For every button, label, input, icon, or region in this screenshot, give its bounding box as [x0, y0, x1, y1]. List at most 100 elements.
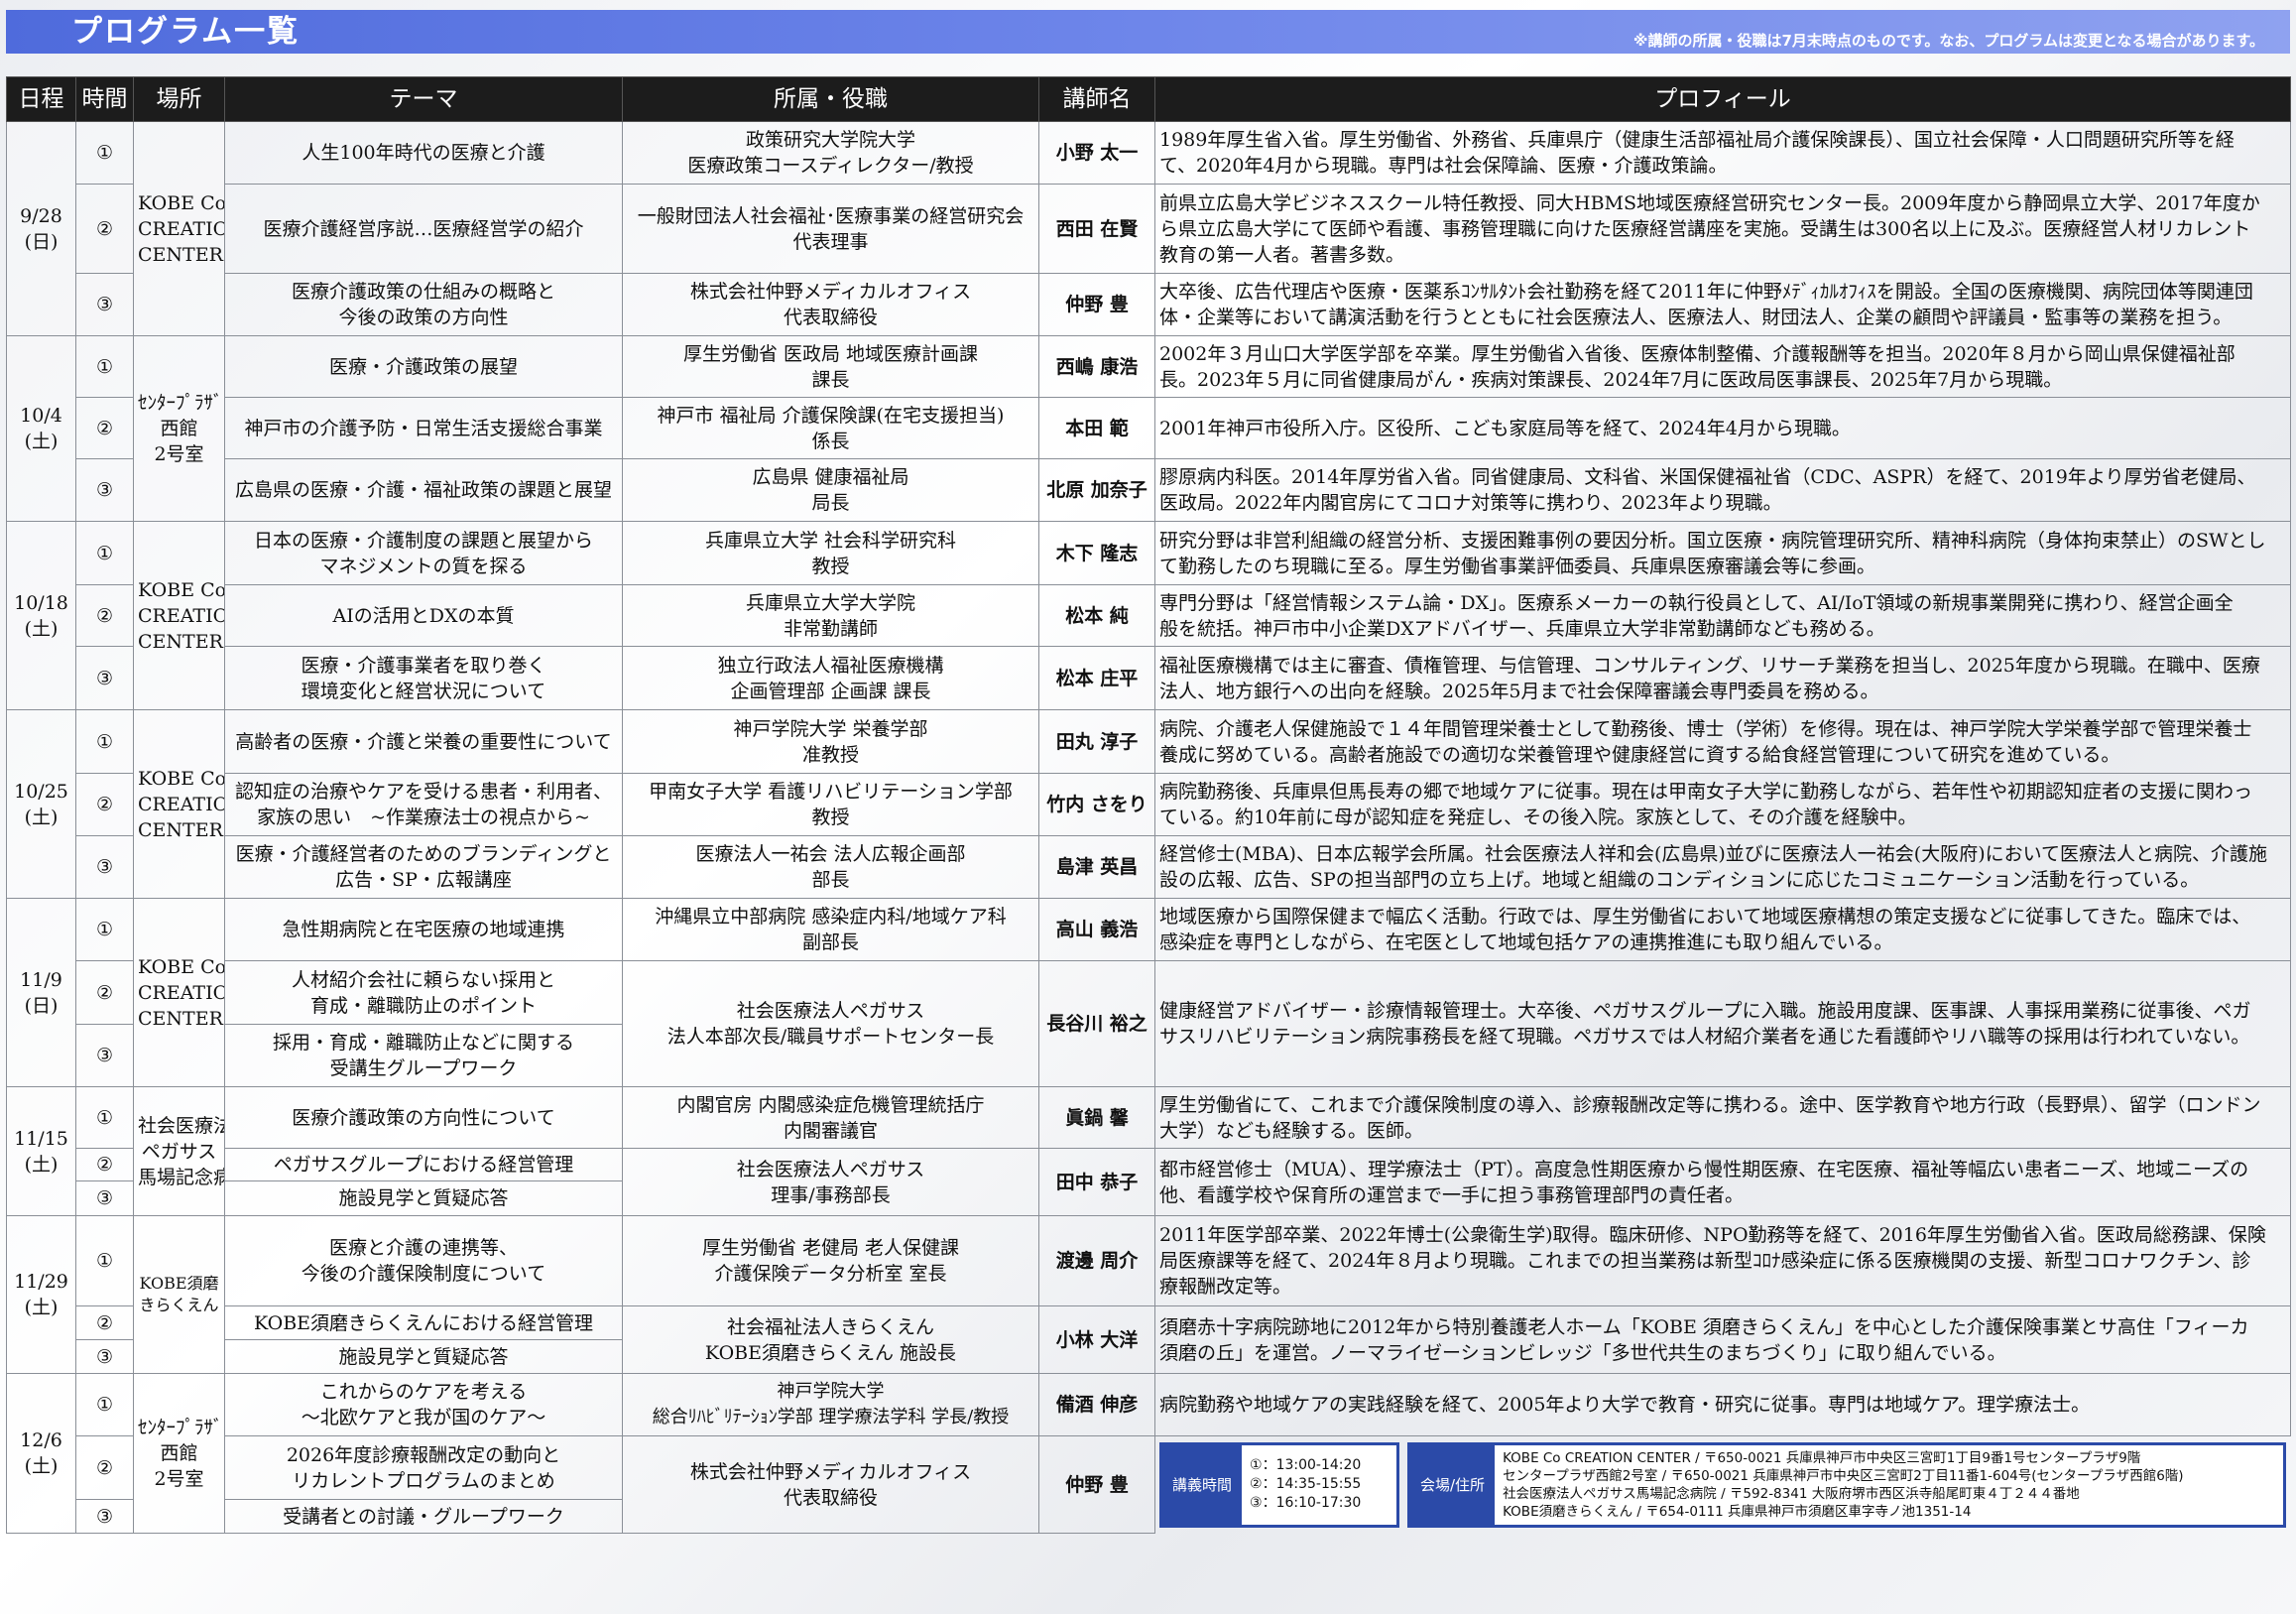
- lecturer-name: 松本 純: [1038, 584, 1155, 647]
- profile-cell: 健康経営アドバイザー・診療情報管理士。大卒後、ペガサスグループに入職。施設用度課…: [1154, 960, 2291, 1087]
- lecturer-name: 小野 太一: [1038, 121, 1155, 185]
- affiliation-cell: 内閣官房 内閣感染症危機管理統括庁 内閣審議官: [622, 1086, 1039, 1149]
- title-banner: プログラム一覧 ※講師の所属・役職は7月末時点のものです。なお、プログラムは変更…: [6, 10, 2290, 54]
- theme-cell: 高齢者の医療・介護と栄養の重要性について: [224, 709, 623, 774]
- session-place: ｾﾝﾀｰﾌﾟﾗｻﾞ 西館 2号室: [133, 1373, 225, 1534]
- affiliation-cell: 沖縄県立中部病院 感染症内科/地域ケア科 副部長: [622, 898, 1039, 961]
- table-row: 11/15(土) ① 社会医療法人ペガサス馬場記念病院 医療介護政策の方向性につ…: [6, 1086, 2291, 1216]
- affiliation-cell: 兵庫県立大学大学院 非常勤講師: [622, 584, 1039, 647]
- table-row: 10/25(土) ① KOBE CoCREATIONCENTER 高齢者の医療・…: [6, 709, 2291, 899]
- affiliation-cell: 社会医療法人ペガサス 理事/事務部長: [622, 1148, 1039, 1216]
- lecturer-name: 小林 大洋: [1038, 1305, 1155, 1374]
- session-date: 11/29 (土): [6, 1215, 76, 1374]
- session-place: KOBE CoCREATIONCENTER: [133, 521, 225, 710]
- info-wrap: 講義時間 ①：13:00-14:20 ②：14:35-15:55 ③：16:10…: [1159, 1441, 2286, 1528]
- profile-cell: 都市経営修士（MUA）、理学療法士（PT）。高度急性期医療から慢性期医療、在宅医…: [1154, 1148, 2291, 1216]
- slot-number: ①: [75, 1086, 134, 1149]
- table-body: 9/28(日) ① KOBE CoCREATIONCENTER 人生100年時代…: [6, 121, 2291, 1534]
- profile-cell: 福祉医療機構では主に審査、債権管理、与信管理、コンサルティング、リサーチ業務を担…: [1154, 646, 2291, 710]
- profile-cell: 2002年３月山口大学医学部を卒業。厚生労働省入省後、医療体制整備、介護報酬等を…: [1154, 335, 2291, 398]
- lecturer-name: 西嶋 康浩: [1038, 335, 1155, 398]
- slot-number: ③: [75, 646, 134, 710]
- profile-cell: 2001年神戸市役所入庁。区役所、こども家庭局等を経て、2024年4月から現職。: [1154, 397, 2291, 459]
- lecture-times-box: 講義時間 ①：13:00-14:20 ②：14:35-15:55 ③：16:10…: [1159, 1441, 1399, 1528]
- session-date: 10/4 (土): [6, 335, 76, 522]
- slot-number: ①: [75, 121, 134, 185]
- lecture-times-list: ①：13:00-14:20 ②：14:35-15:55 ③：16:10-17:3…: [1250, 1457, 1362, 1511]
- theme-cell: これからのケアを考える ～北欧ケアと我が国のケア～: [224, 1373, 623, 1436]
- lecturer-name: 松本 庄平: [1038, 646, 1155, 710]
- slot-number: ②: [75, 960, 134, 1025]
- lecturer-name: 仲野 豊: [1038, 1435, 1155, 1534]
- header-place: 場所: [133, 76, 225, 122]
- affiliation-cell: 神戸学院大学 栄養学部 准教授: [622, 709, 1039, 774]
- profile-cell: 経営修士(MBA)、日本広報学会所属。社会医療法人祥和会(広島県)並びに医療法人…: [1154, 835, 2291, 899]
- lecturer-name: 竹内 さをり: [1038, 773, 1155, 836]
- theme-cell: 医療介護政策の方向性について: [224, 1086, 623, 1149]
- theme-cell: 施設見学と質疑応答: [224, 1339, 623, 1374]
- theme-cell: 認知症の治療やケアを受ける患者・利用者、 家族の思い ~作業療法士の視点から~: [224, 773, 623, 836]
- affiliation-cell: 甲南女子大学 看護リハビリテーション学部 教授: [622, 773, 1039, 836]
- lecturer-name: 渡邊 周介: [1038, 1215, 1155, 1306]
- slot-number: ③: [75, 1499, 134, 1534]
- theme-cell: 採用・育成・離職防止などに関する 受講生グループワーク: [224, 1024, 623, 1087]
- session-date: 10/18 (土): [6, 521, 76, 710]
- table-row: ② 2026年度診療報酬改定の動向と リカレントプログラムのまとめ 株式会社仲野メ…: [7, 1435, 2291, 1534]
- lecturer-name: 備酒 伸彦: [1038, 1373, 1155, 1436]
- lecturer-name: 木下 隆志: [1038, 521, 1155, 585]
- session-date: 10/25 (土): [6, 709, 76, 899]
- profile-cell: 病院勤務や地域ケアの実践経験を経て、2005年より大学で教育・研究に従事。専門は…: [1154, 1373, 2291, 1436]
- profile-cell: 厚生労働省にて、これまで介護保険制度の導入、診療報酬改定等に携わる。途中、医学教…: [1154, 1086, 2291, 1149]
- session-place: ｾﾝﾀｰﾌﾟﾗｻﾞ 西館 2号室: [133, 335, 225, 522]
- table-row: 12/6 (土) ① ｾﾝﾀｰﾌﾟﾗｻﾞ 西館 2号室 これからのケアを考える ～北欧ケ…: [6, 1373, 2291, 1534]
- session-place: KOBE CoCREATIONCENTER: [133, 709, 225, 899]
- theme-cell: 人生100年時代の医療と介護: [224, 121, 623, 185]
- slot-number: ②: [75, 584, 134, 647]
- table-row: 10/18(土) ① KOBE CoCREATIONCENTER 日本の医療・介…: [6, 521, 2291, 710]
- profile-cell: 研究分野は非営利組織の経営分析、支援困難事例の要因分析。国立医療・病院管理研究所…: [1154, 521, 2291, 585]
- affiliation-cell: 社会福祉法人きらくえん KOBE須磨きらくえん 施設長: [622, 1305, 1039, 1374]
- lecturer-name: 眞鍋 馨: [1038, 1086, 1155, 1149]
- slot-number: ③: [75, 458, 134, 522]
- theme-cell: 広島県の医療・介護・福祉政策の課題と展望: [224, 458, 623, 522]
- profile-cell: 膠原病内科医。2014年厚労省入省。同省健康局、文科省、米国保健福祉省（CDC、…: [1154, 458, 2291, 522]
- lecturer-name: 島津 英昌: [1038, 835, 1155, 899]
- lecturer-name: 長谷川 裕之: [1038, 960, 1155, 1087]
- profile-cell: 病院、介護老人保健施設で１４年間管理栄養士として勤務後、博士（学術）を修得。現在…: [1154, 709, 2291, 774]
- session-date: 11/9 (日): [6, 898, 76, 1087]
- venue-box: 会場/住所 KOBE Co CREATION CENTER / 〒650-002…: [1407, 1441, 2286, 1528]
- banner-note: ※講師の所属・役職は7月末時点のものです。なお、プログラムは変更となる場合があり…: [1632, 32, 2264, 50]
- slot-number: ②: [75, 1148, 134, 1181]
- lecturer-name: 本田 範: [1038, 397, 1155, 459]
- session-place: KOBE CoCREATIONCENTER: [133, 121, 225, 336]
- slot-number: ③: [75, 1024, 134, 1087]
- table-row: ② ペガサスグループにおける経営管理 社会医療法人ペガサス 理事/事務部長 田中 …: [7, 1148, 2291, 1216]
- table-row: ② 認知症の治療やケアを受ける患者・利用者、 家族の思い ~作業療法士の視点から~…: [7, 773, 2291, 836]
- slot-number: ③: [75, 1339, 134, 1374]
- slot-number: ①: [75, 709, 134, 774]
- header-lecturer: 講師名: [1038, 76, 1155, 122]
- profile-cell: 大卒後、広告代理店や医療・医薬系ｺﾝｻﾙﾀﾝﾄ会社勤務を経て2011年に仲野ﾒﾃ…: [1154, 273, 2291, 336]
- affiliation-cell: 独立行政法人福祉医療機構 企画管理部 企画課 課長: [622, 646, 1039, 710]
- table-row: 10/4 (土) ① ｾﾝﾀｰﾌﾟﾗｻﾞ 西館 2号室 医療・介護政策の展望 厚生労働…: [6, 335, 2291, 522]
- table-row: ③ 医療介護政策の仕組みの概略と 今後の政策の方向性 株式会社仲野メディカルオフィ…: [7, 273, 2291, 336]
- theme-cell: 2026年度診療報酬改定の動向と リカレントプログラムのまとめ: [224, 1435, 623, 1500]
- session-date: 12/6 (土): [6, 1373, 76, 1534]
- affiliation-cell: 兵庫県立大学 社会科学研究科 教授: [622, 521, 1039, 585]
- affiliation-cell: 広島県 健康福祉局 局長: [622, 458, 1039, 522]
- theme-cell: KOBE須磨きらくえんにおける経営管理: [224, 1305, 623, 1340]
- theme-cell: ペガサスグループにおける経営管理: [224, 1148, 623, 1181]
- slot-number: ②: [75, 397, 134, 459]
- session-place: KOBE須磨 きらくえん: [133, 1215, 225, 1374]
- profile-cell: 専門分野は「経営情報システム論・DX」。医療系メーカーの執行役員として、AI/I…: [1154, 584, 2291, 647]
- slot-number: ③: [75, 835, 134, 899]
- header-affiliation: 所属・役職: [622, 76, 1039, 122]
- slot-number: ①: [75, 521, 134, 585]
- table-row: ② 人材紹介会社に頼らない採用と 育成・離職防止のポイント 社会医療法人ペガサス法…: [7, 960, 2291, 1087]
- theme-cell: 人材紹介会社に頼らない採用と 育成・離職防止のポイント: [224, 960, 623, 1025]
- page-title: プログラム一覧: [71, 14, 301, 50]
- table-row: ② 神戸市の介護予防・日常生活支援総合事業 神戸市 福祉局 介護保険課(在宅支援…: [7, 397, 2291, 459]
- affiliation-cell: 一般財団法人社会福祉･医療事業の経営研究会 代表理事: [622, 184, 1039, 274]
- profile-cell: 地域医療から国際保健まで幅広く活動。行政では、厚生労働省において地域医療構想の策…: [1154, 898, 2291, 961]
- profile-cell: 前県立広島大学ビジネススクール特任教授、同大HBMS地域医療経営研究センター長。…: [1154, 184, 2291, 274]
